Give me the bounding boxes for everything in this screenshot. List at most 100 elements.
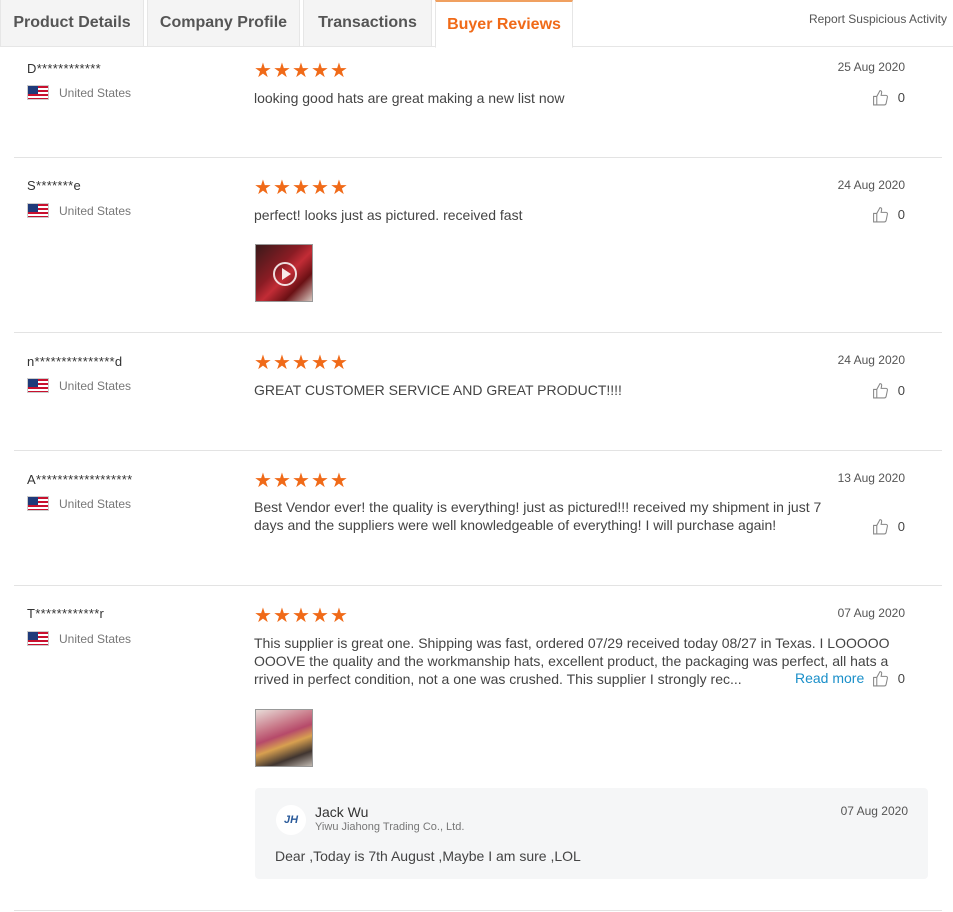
star-icon: ★ (311, 60, 329, 82)
review-text: perfect! looks just as pictured. receive… (254, 207, 523, 223)
tab-product-details[interactable]: Product Details (0, 0, 144, 47)
reply-text: Dear ,Today is 7th August ,Maybe I am su… (275, 848, 581, 864)
star-icon: ★ (311, 470, 329, 492)
like-button[interactable]: 0 (872, 382, 905, 399)
review-date: 07 Aug 2020 (837, 606, 905, 620)
star-icon: ★ (273, 605, 291, 627)
star-rating: ★ ★ ★ ★ ★ (254, 352, 348, 374)
tab-bar: Product Details Company Profile Transact… (0, 0, 953, 48)
star-icon: ★ (330, 605, 348, 627)
reply-date: 07 Aug 2020 (840, 804, 908, 818)
supplier-logo: JH (276, 805, 306, 835)
star-icon: ★ (254, 60, 272, 82)
review-date: 24 Aug 2020 (837, 353, 905, 367)
star-icon: ★ (292, 60, 310, 82)
country-label: United States (59, 203, 132, 218)
country-label: United States (59, 496, 132, 511)
country-label: United States (59, 378, 132, 393)
review-text-line: days and the suppliers were well knowled… (254, 517, 777, 533)
star-icon: ★ (330, 177, 348, 199)
review-text-line: OOOVE the quality and the workmanship ha… (254, 653, 889, 669)
like-count: 0 (897, 671, 905, 686)
tab-transactions[interactable]: Transactions (303, 0, 432, 47)
review-text-line: This supplier is great one. Shipping was… (254, 635, 890, 651)
review-date: 25 Aug 2020 (837, 60, 905, 74)
like-button[interactable]: 0 (872, 89, 905, 106)
star-icon: ★ (254, 470, 272, 492)
star-icon: ★ (273, 177, 291, 199)
star-icon: ★ (292, 605, 310, 627)
like-count: 0 (897, 383, 905, 398)
review-item: T************r United States ★ ★ ★ ★ ★ This … (14, 586, 942, 912)
reviewer-name: D************ (27, 61, 101, 76)
star-icon: ★ (330, 352, 348, 374)
review-text-line: Best Vendor ever! the quality is everyth… (254, 499, 822, 515)
like-count: 0 (897, 90, 905, 105)
reviewer-name: T************r (27, 606, 105, 621)
star-icon: ★ (254, 177, 272, 199)
star-icon: ★ (292, 352, 310, 374)
play-icon (273, 262, 297, 286)
reply-company-name: Yiwu Jiahong Trading Co., Ltd. (315, 821, 465, 833)
reviewer-name: n***************d (27, 354, 123, 369)
country-label: United States (59, 85, 132, 100)
review-photo-thumbnail[interactable] (255, 709, 313, 767)
country-label: United States (59, 631, 132, 646)
star-icon: ★ (330, 60, 348, 82)
review-item: A****************** United States ★ ★ ★ ★ ★ … (14, 451, 942, 586)
thumbs-up-icon (872, 90, 888, 106)
reviewer-name: A****************** (27, 472, 133, 487)
review-video-thumbnail[interactable] (255, 244, 313, 302)
star-icon: ★ (273, 352, 291, 374)
reviewer-country: United States (27, 496, 131, 511)
like-count: 0 (897, 519, 905, 534)
reviewer-country: United States (27, 378, 131, 393)
divider (14, 910, 942, 911)
like-count: 0 (897, 207, 905, 222)
supplier-reply: JH Jack Wu Yiwu Jiahong Trading Co., Ltd… (255, 788, 928, 879)
review-date: 24 Aug 2020 (837, 178, 905, 192)
star-icon: ★ (311, 352, 329, 374)
review-item: D************ United States ★ ★ ★ ★ ★ lookin… (14, 47, 942, 158)
reviewer-country: United States (27, 203, 131, 218)
reviewer-country: United States (27, 85, 131, 100)
us-flag-icon (27, 631, 49, 646)
star-icon: ★ (330, 470, 348, 492)
review-item: n***************d United States ★ ★ ★ ★ ★ GR… (14, 333, 942, 451)
review-text: looking good hats are great making a new… (254, 90, 565, 106)
star-rating: ★ ★ ★ ★ ★ (254, 60, 348, 82)
us-flag-icon (27, 378, 49, 393)
review-date: 13 Aug 2020 (837, 471, 905, 485)
star-rating: ★ ★ ★ ★ ★ (254, 470, 348, 492)
star-icon: ★ (311, 177, 329, 199)
report-suspicious-activity-link[interactable]: Report Suspicious Activity (809, 12, 947, 26)
review-text: GREAT CUSTOMER SERVICE AND GREAT PRODUCT… (254, 382, 622, 398)
thumbs-up-icon (872, 383, 888, 399)
tab-buyer-reviews[interactable]: Buyer Reviews (435, 0, 573, 48)
tab-company-profile[interactable]: Company Profile (147, 0, 300, 47)
like-button[interactable]: 0 (872, 670, 905, 687)
like-button[interactable]: 0 (872, 518, 905, 535)
thumbs-up-icon (872, 671, 888, 687)
reviewer-country: United States (27, 631, 131, 646)
us-flag-icon (27, 496, 49, 511)
review-text: Best Vendor ever! the quality is everyth… (254, 498, 821, 534)
reviewer-name: S*******e (27, 178, 82, 193)
star-rating: ★ ★ ★ ★ ★ (254, 177, 348, 199)
star-icon: ★ (254, 352, 272, 374)
star-icon: ★ (273, 470, 291, 492)
star-icon: ★ (311, 605, 329, 627)
like-button[interactable]: 0 (872, 206, 905, 223)
star-icon: ★ (254, 605, 272, 627)
us-flag-icon (27, 85, 49, 100)
reply-author-name: Jack Wu (315, 804, 369, 820)
review-item: S*******e United States ★ ★ ★ ★ ★ perfect! l… (14, 158, 942, 333)
star-icon: ★ (292, 177, 310, 199)
thumbs-up-icon (872, 207, 888, 223)
star-rating: ★ ★ ★ ★ ★ (254, 605, 348, 627)
us-flag-icon (27, 203, 49, 218)
thumbs-up-icon (872, 519, 888, 535)
star-icon: ★ (292, 470, 310, 492)
read-more-link[interactable]: Read more (795, 670, 864, 686)
star-icon: ★ (273, 60, 291, 82)
